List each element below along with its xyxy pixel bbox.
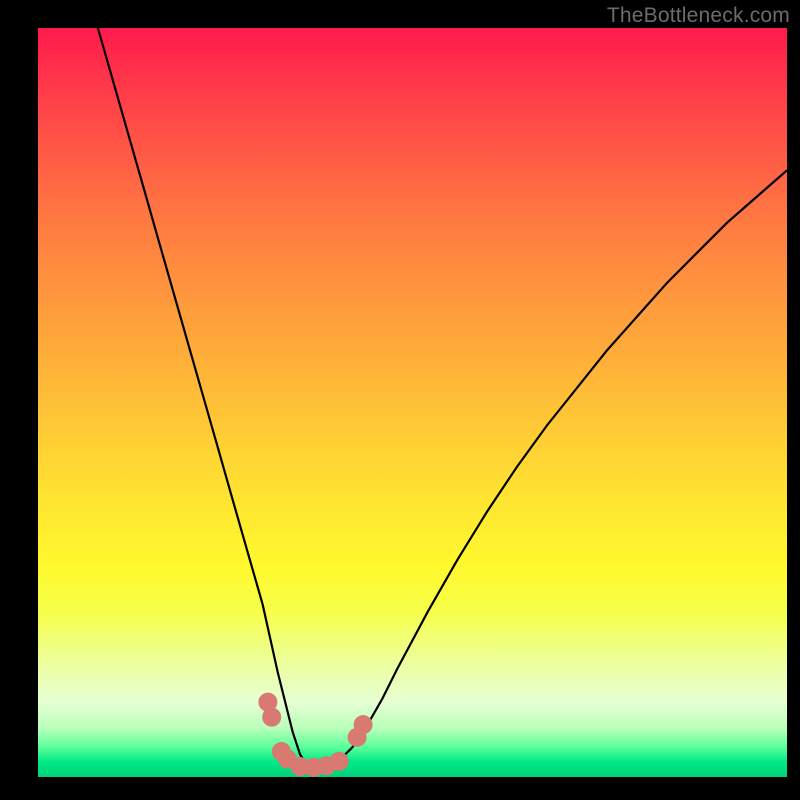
bottleneck-curve	[98, 28, 787, 770]
chart-svg	[38, 28, 787, 777]
chart-frame: TheBottleneck.com	[0, 0, 800, 800]
curve-marker-7	[330, 752, 348, 770]
curve-marker-9	[354, 716, 372, 734]
watermark-label: TheBottleneck.com	[607, 4, 790, 28]
chart-plot-area	[38, 28, 787, 777]
curve-marker-1	[263, 708, 281, 726]
marker-group	[259, 693, 372, 776]
